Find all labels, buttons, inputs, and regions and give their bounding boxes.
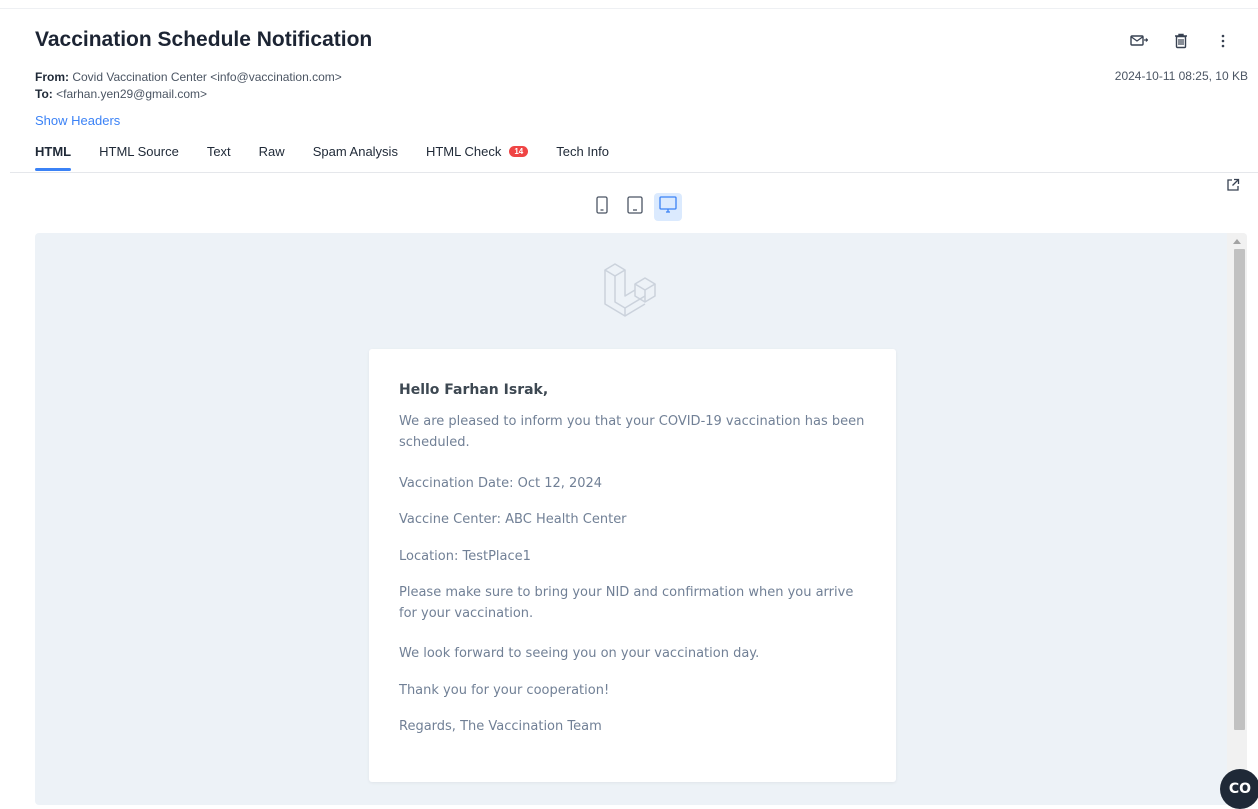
top-divider [0, 8, 1258, 9]
email-preview-frame: Hello Farhan Israk, We are pleased to in… [35, 233, 1247, 805]
body-paragraph: Please make sure to bring your NID and c… [399, 585, 854, 621]
email-actions [1128, 30, 1234, 52]
tab-label: HTML Check [425, 144, 502, 159]
tabs-divider [10, 172, 1258, 173]
chat-widget-label: CO [1228, 781, 1252, 797]
tab-raw[interactable]: Raw [259, 144, 285, 169]
greeting: Hello Farhan Israk, [399, 382, 549, 398]
to-line: To: <farhan.yen29@gmail.com> [35, 86, 342, 103]
trash-icon[interactable] [1170, 30, 1192, 52]
email-subject: Vaccination Schedule Notification [35, 28, 373, 51]
email-date-size: 2024-10-11 08:25, 10 KB [1114, 69, 1248, 83]
preview-scrollbar[interactable] [1227, 233, 1247, 805]
mobile-view-button[interactable] [588, 193, 616, 221]
body-paragraph: Thank you for your cooperation! [399, 683, 610, 698]
laravel-logo [600, 258, 666, 329]
scroll-thumb[interactable] [1234, 249, 1245, 730]
tab-html-check[interactable]: HTML Check 14 [425, 144, 529, 169]
tab-label: Tech Info [556, 144, 609, 159]
tab-label: Spam Analysis [312, 144, 398, 159]
tab-label: Raw [258, 144, 285, 159]
show-headers-link[interactable]: Show Headers [35, 113, 120, 128]
open-external-icon[interactable] [1226, 178, 1240, 197]
tablet-icon [627, 195, 643, 219]
tab-html-source[interactable]: HTML Source [99, 144, 179, 169]
tab-spam-analysis[interactable]: Spam Analysis [313, 144, 398, 169]
html-check-count-badge: 14 [509, 146, 529, 157]
tablet-view-button[interactable] [621, 193, 649, 221]
tab-text[interactable]: Text [207, 144, 231, 169]
body-paragraph: Location: TestPlace1 [399, 549, 531, 564]
body-paragraph: We are pleased to inform you that your C… [399, 414, 865, 450]
device-switcher [588, 193, 682, 221]
more-vertical-icon[interactable] [1212, 30, 1234, 52]
body-paragraph: Vaccination Date: Oct 12, 2024 [399, 476, 603, 491]
body-paragraph: Vaccine Center: ABC Health Center [399, 512, 627, 527]
tab-label: HTML [35, 144, 72, 159]
desktop-icon [659, 195, 677, 219]
view-tabs: HTML HTML Source Text Raw Spam Analysis … [35, 144, 637, 171]
forward-mail-icon[interactable] [1128, 30, 1150, 52]
to-value: <farhan.yen29@gmail.com> [56, 87, 208, 101]
mobile-icon [596, 195, 608, 219]
from-value: Covid Vaccination Center <info@vaccinati… [72, 70, 342, 84]
tab-label: Text [206, 144, 231, 159]
tab-tech-info[interactable]: Tech Info [556, 144, 609, 169]
email-body-card: Hello Farhan Israk, We are pleased to in… [369, 349, 896, 782]
from-line: From: Covid Vaccination Center <info@vac… [35, 69, 342, 86]
email-meta: From: Covid Vaccination Center <info@vac… [35, 69, 342, 103]
scroll-up-arrow-icon[interactable] [1233, 239, 1241, 244]
tab-html[interactable]: HTML [35, 144, 72, 171]
desktop-view-button[interactable] [654, 193, 682, 221]
chat-widget-button[interactable]: CO [1220, 769, 1258, 809]
tab-label: HTML Source [99, 144, 179, 159]
body-paragraph: Regards, The Vaccination Team [399, 719, 602, 734]
from-label: From: [35, 70, 69, 84]
body-paragraph: We look forward to seeing you on your va… [399, 646, 760, 661]
to-label: To: [35, 87, 53, 101]
